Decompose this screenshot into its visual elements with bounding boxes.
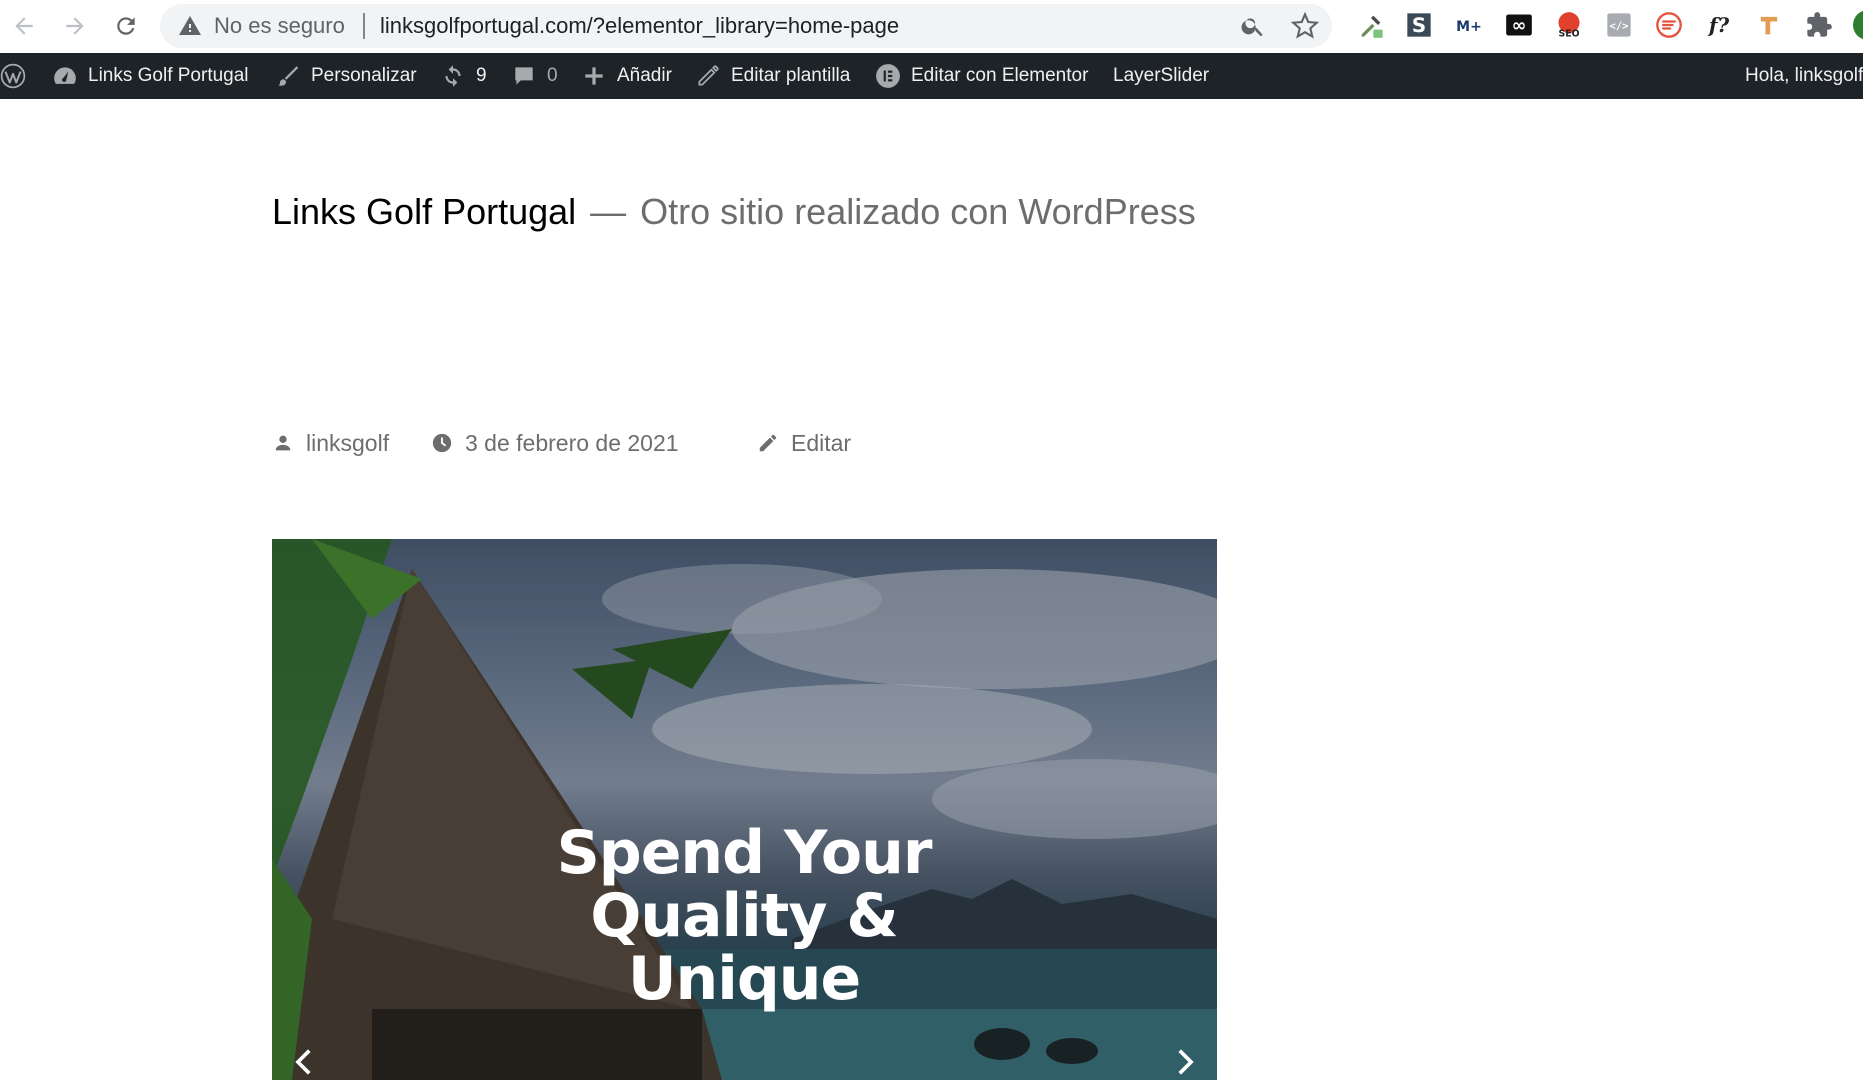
s-extension-icon[interactable]: S bbox=[1403, 9, 1435, 41]
user-icon bbox=[275, 435, 291, 451]
post-author[interactable]: linksgolf bbox=[272, 425, 389, 461]
customize-label: Personalizar bbox=[311, 65, 417, 86]
wp-admin-bar: Links Golf Portugal Personalizar 9 0 Aña… bbox=[0, 53, 1863, 99]
wp-logo-menu[interactable] bbox=[0, 53, 36, 99]
comments-link[interactable]: 0 bbox=[511, 53, 558, 99]
slider-prev-button[interactable] bbox=[288, 1045, 322, 1079]
updates-count: 9 bbox=[476, 65, 487, 86]
reload-icon bbox=[117, 17, 135, 35]
seo-extension-icon[interactable]: SEO bbox=[1553, 9, 1585, 41]
browser-toolbar: No es seguro linksgolfportugal.com/?elem… bbox=[0, 0, 1863, 53]
profile-avatar[interactable] bbox=[1853, 10, 1863, 40]
comments-count: 0 bbox=[547, 65, 558, 86]
layerslider-label: LayerSlider bbox=[1113, 65, 1210, 86]
author-name[interactable]: linksgolf bbox=[306, 430, 389, 457]
paintbrush-icon bbox=[278, 66, 299, 86]
site-tagline: Otro sitio realizado con WordPress bbox=[640, 191, 1196, 232]
clock-icon bbox=[432, 433, 452, 453]
eyedropper-extension-icon[interactable] bbox=[1355, 9, 1387, 41]
svg-text:f?: f? bbox=[1707, 13, 1730, 37]
site-name-menu[interactable]: Links Golf Portugal bbox=[52, 53, 249, 99]
edit-with-elementor-link[interactable]: Editar con Elementor bbox=[875, 53, 1088, 99]
svg-text:</>: </> bbox=[1610, 21, 1629, 33]
pipe-extension-icon[interactable] bbox=[1753, 9, 1785, 41]
back-arrow-icon bbox=[15, 17, 33, 35]
wordpress-logo-icon bbox=[0, 63, 26, 89]
site-name-label: Links Golf Portugal bbox=[88, 65, 249, 86]
svg-text:SEO: SEO bbox=[1558, 29, 1579, 39]
font-extension-icon[interactable]: f? bbox=[1703, 9, 1735, 41]
reload-button[interactable] bbox=[106, 6, 146, 46]
edit-post-label[interactable]: Editar bbox=[791, 430, 851, 457]
layerslider-link[interactable]: LayerSlider bbox=[1113, 53, 1209, 99]
add-new-menu[interactable]: Añadir bbox=[581, 53, 672, 99]
greeting-label: Hola, linksgolf bbox=[1745, 65, 1863, 86]
updates-link[interactable]: 9 bbox=[440, 53, 487, 99]
feed-extension-icon[interactable] bbox=[1653, 9, 1685, 41]
pencil-icon bbox=[759, 434, 777, 452]
puzzle-extensions-icon[interactable] bbox=[1803, 9, 1835, 41]
svg-text:M+: M+ bbox=[1456, 19, 1482, 35]
code-extension-icon[interactable]: </> bbox=[1603, 9, 1635, 41]
edit-template-label: Editar plantilla bbox=[731, 65, 851, 86]
edit-post-link[interactable]: Editar bbox=[757, 425, 851, 461]
omnibox-separator bbox=[363, 13, 365, 39]
plus-icon bbox=[585, 67, 603, 85]
elementor-logo-icon bbox=[876, 64, 900, 88]
site-title[interactable]: Links Golf Portugal bbox=[272, 191, 576, 232]
movistar-extension-icon[interactable]: M+ bbox=[1453, 9, 1485, 41]
address-bar[interactable]: No es seguro linksgolfportugal.com/?elem… bbox=[160, 4, 1332, 48]
dashboard-gauge-icon bbox=[54, 67, 76, 84]
pencil-icon bbox=[698, 65, 719, 86]
title-separator: — bbox=[590, 191, 627, 232]
edit-with-elementor-label: Editar con Elementor bbox=[911, 65, 1089, 86]
url-text[interactable]: linksgolfportugal.com/?elementor_library… bbox=[380, 14, 899, 38]
forward-arrow-icon bbox=[66, 17, 84, 35]
comment-bubble-icon bbox=[515, 67, 533, 85]
my-account-menu[interactable]: Hola, linksgolf bbox=[1745, 53, 1863, 99]
updates-refresh-icon bbox=[445, 65, 461, 87]
forward-button[interactable] bbox=[55, 6, 95, 46]
slide-heading: Spend Your Quality & Unique bbox=[556, 818, 933, 1014]
warning-icon bbox=[179, 16, 201, 35]
hero-slider[interactable]: Spend Your Quality & Unique bbox=[272, 539, 1217, 1080]
post-date-text[interactable]: 3 de febrero de 2021 bbox=[465, 430, 679, 457]
bookmark-star-icon[interactable] bbox=[1291, 12, 1319, 40]
svg-text:∞: ∞ bbox=[1512, 16, 1527, 36]
slider-next-button[interactable] bbox=[1167, 1045, 1201, 1079]
zoom-icon[interactable] bbox=[1240, 13, 1266, 39]
edit-template-link[interactable]: Editar plantilla bbox=[695, 53, 850, 99]
add-new-label: Añadir bbox=[617, 65, 672, 86]
svg-text:S: S bbox=[1412, 14, 1426, 37]
customize-link[interactable]: Personalizar bbox=[275, 53, 417, 99]
post-date[interactable]: 3 de febrero de 2021 bbox=[431, 425, 679, 461]
site-header: Links Golf Portugal — Otro sitio realizado… bbox=[272, 190, 1196, 234]
security-label[interactable]: No es seguro bbox=[214, 14, 345, 38]
back-button[interactable] bbox=[4, 6, 44, 46]
chevron-left-icon bbox=[295, 1049, 311, 1075]
chevron-right-icon bbox=[1178, 1049, 1194, 1075]
infinity-extension-icon[interactable]: ∞ bbox=[1503, 9, 1535, 41]
